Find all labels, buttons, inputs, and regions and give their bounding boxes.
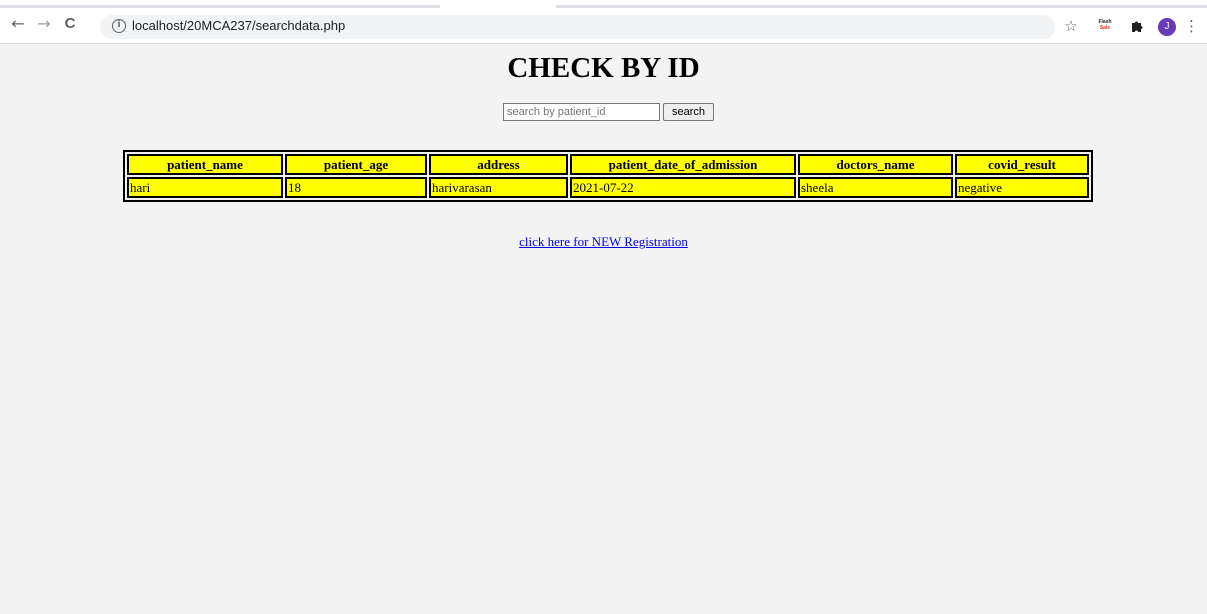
- results-table: patient_name patient_age address patient…: [123, 150, 1093, 202]
- column-header: patient_name: [127, 154, 283, 175]
- puzzle-icon-graphic: [1132, 21, 1143, 32]
- flash-sale-line2: Sale: [1099, 25, 1111, 31]
- table-cell: harivarasan: [429, 177, 568, 198]
- menu-dots-icon[interactable]: ⋮: [1184, 15, 1199, 37]
- search-input[interactable]: [503, 103, 660, 121]
- profile-avatar[interactable]: J: [1158, 18, 1176, 36]
- table-header-row: patient_name patient_age address patient…: [127, 154, 1089, 175]
- flash-sale-extension-icon[interactable]: Flash Sale: [1097, 19, 1113, 33]
- info-icon[interactable]: i: [112, 19, 126, 33]
- table-cell: 18: [285, 177, 427, 198]
- column-header: address: [429, 154, 568, 175]
- new-registration-link[interactable]: click here for NEW Registration: [519, 234, 688, 249]
- forward-arrow-icon[interactable]: →: [34, 14, 54, 34]
- url-text[interactable]: localhost/20MCA237/searchdata.php: [132, 18, 345, 33]
- browser-toolbar: ← → C i localhost/20MCA237/searchdata.ph…: [0, 0, 1207, 44]
- column-header: covid_result: [955, 154, 1089, 175]
- page-content: CHECK BY ID search patient_name patient_…: [0, 44, 1207, 614]
- page-title: CHECK BY ID: [507, 52, 700, 84]
- new-registration-link-container: click here for NEW Registration: [0, 234, 1207, 250]
- back-arrow-icon[interactable]: ←: [8, 14, 28, 34]
- star-icon[interactable]: ☆: [1062, 15, 1080, 37]
- column-header: patient_date_of_admission: [570, 154, 796, 175]
- table-cell: hari: [127, 177, 283, 198]
- tab-edge: [556, 5, 1207, 8]
- table-cell: negative: [955, 177, 1089, 198]
- search-button[interactable]: search: [663, 103, 714, 121]
- address-bar[interactable]: i localhost/20MCA237/searchdata.php: [100, 15, 1055, 39]
- column-header: patient_age: [285, 154, 427, 175]
- table-row: hari 18 harivarasan 2021-07-22 sheela ne…: [127, 177, 1089, 198]
- table-cell: 2021-07-22: [570, 177, 796, 198]
- tab-strip: [0, 0, 1207, 8]
- tab-edge: [0, 5, 440, 8]
- reload-icon[interactable]: C: [60, 14, 80, 34]
- puzzle-icon[interactable]: [1128, 15, 1146, 37]
- table-cell: sheela: [798, 177, 953, 198]
- column-header: doctors_name: [798, 154, 953, 175]
